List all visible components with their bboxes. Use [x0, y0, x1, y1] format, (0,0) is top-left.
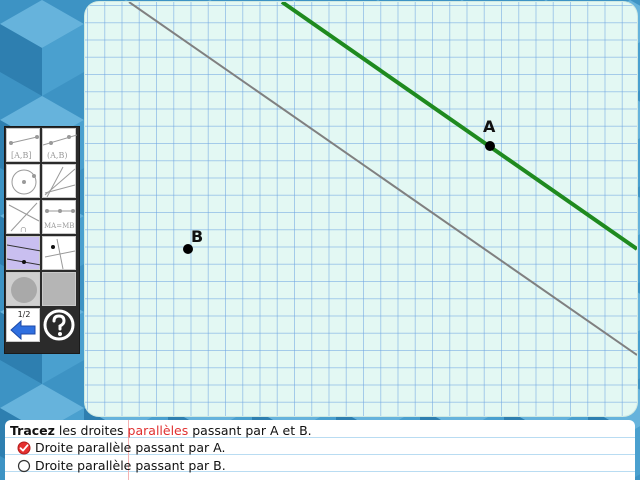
checked-circle-icon: [17, 441, 31, 454]
instruction-keyword: parallèles: [127, 423, 189, 438]
page-counter: 1/2: [17, 310, 31, 319]
user-parallel-through-A[interactable]: [280, 2, 637, 251]
intersection-tool[interactable]: ∩: [6, 200, 40, 234]
line-tool-caption: (A,B): [47, 151, 67, 160]
point-A-label: A: [483, 117, 496, 136]
perpendicular-tool[interactable]: [42, 236, 76, 270]
parallel-tool[interactable]: [6, 236, 41, 270]
toolbox: [A,B] (A,B) ∩ MA=MB 1/2: [4, 126, 80, 354]
point-B-label: B: [191, 227, 203, 246]
instructions-panel: Tracez les droites parallèles passant pa…: [5, 420, 635, 480]
geometry-canvas[interactable]: A B: [85, 2, 637, 416]
back-button[interactable]: 1/2: [6, 308, 40, 342]
square-tool[interactable]: [42, 272, 76, 306]
help-button[interactable]: [42, 308, 76, 342]
circle-tool[interactable]: [6, 164, 40, 198]
midpoint-tool[interactable]: MA=MB: [42, 200, 76, 234]
task-item-a: Droite parallèle passant par A.: [17, 440, 225, 455]
instruction-title: Tracez les droites parallèles passant pa…: [10, 423, 312, 438]
task-label-b: Droite parallèle passant par B.: [35, 458, 226, 473]
geometry-drawing[interactable]: A B: [85, 2, 637, 416]
instruction-verb: Tracez: [10, 423, 55, 438]
given-line[interactable]: [128, 2, 637, 356]
instruction-text-2: passant par A et B.: [188, 423, 312, 438]
intersection-tool-caption: ∩: [20, 225, 27, 234]
task-label-a: Droite parallèle passant par A.: [35, 440, 226, 455]
segment-tool-caption: [A,B]: [11, 151, 31, 160]
disc-tool[interactable]: [6, 272, 40, 306]
question-mark-icon: [43, 309, 75, 341]
line-tool[interactable]: (A,B): [42, 128, 77, 162]
segment-tool[interactable]: [A,B]: [6, 128, 40, 162]
midpoint-tool-caption: MA=MB: [44, 222, 74, 230]
lines-tool[interactable]: [42, 164, 76, 198]
empty-circle-icon: [17, 459, 31, 472]
point-A[interactable]: [485, 141, 495, 151]
instruction-text-1: les droites: [54, 423, 128, 438]
task-item-b: Droite parallèle passant par B.: [17, 458, 226, 473]
